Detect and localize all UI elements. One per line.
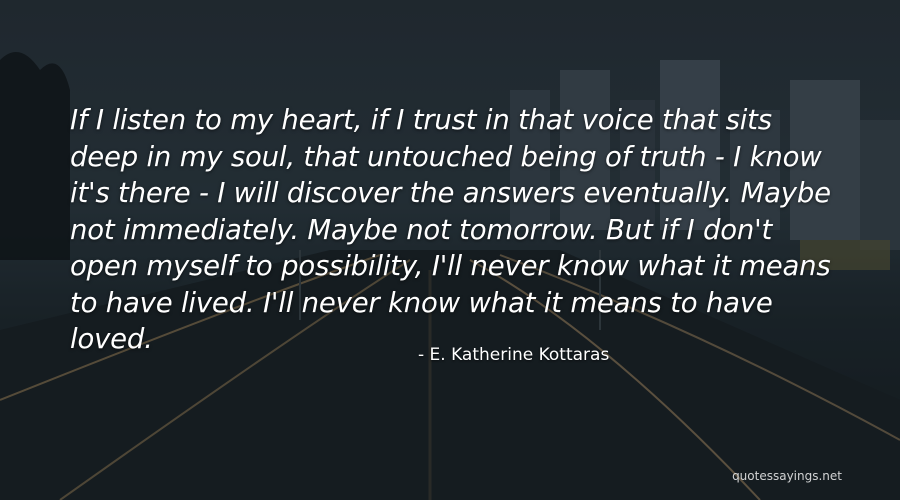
quote-line: deep in my soul, that untouched being of… — [70, 140, 822, 173]
quote-author: - E. Katherine Kottaras — [418, 345, 610, 365]
quote-text: If I listen to my heart, if I trust in t… — [70, 102, 860, 358]
site-watermark: quotessayings.net — [732, 469, 842, 483]
quote-line: not immediately. Maybe not tomorrow. But… — [70, 213, 773, 246]
quote-line: open myself to possibility, I'll never k… — [70, 250, 831, 282]
quote-line: If I listen to my heart, if I trust in t… — [70, 104, 772, 136]
quote-line: it's there - I will discover the answers… — [70, 177, 831, 209]
quote-line: to have lived. I'll never know what it m… — [70, 286, 773, 319]
quote-image: If I listen to my heart, if I trust in t… — [0, 0, 900, 500]
